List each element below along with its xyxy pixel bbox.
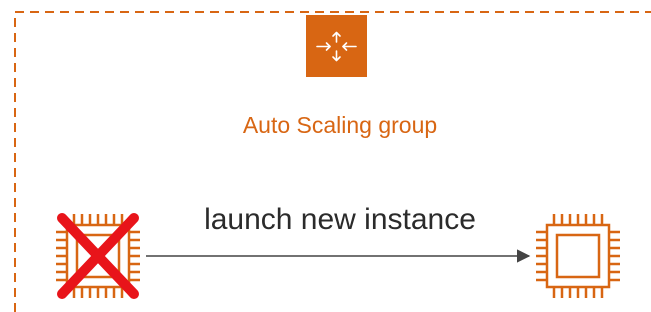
- auto-scaling-icon: [306, 15, 367, 77]
- new-ec2-instance-icon: [536, 214, 620, 298]
- auto-scaling-group-label: Auto Scaling group: [242, 112, 438, 138]
- launch-action-label: launch new instance: [204, 203, 476, 236]
- auto-scaling-diagram: [14, 11, 651, 312]
